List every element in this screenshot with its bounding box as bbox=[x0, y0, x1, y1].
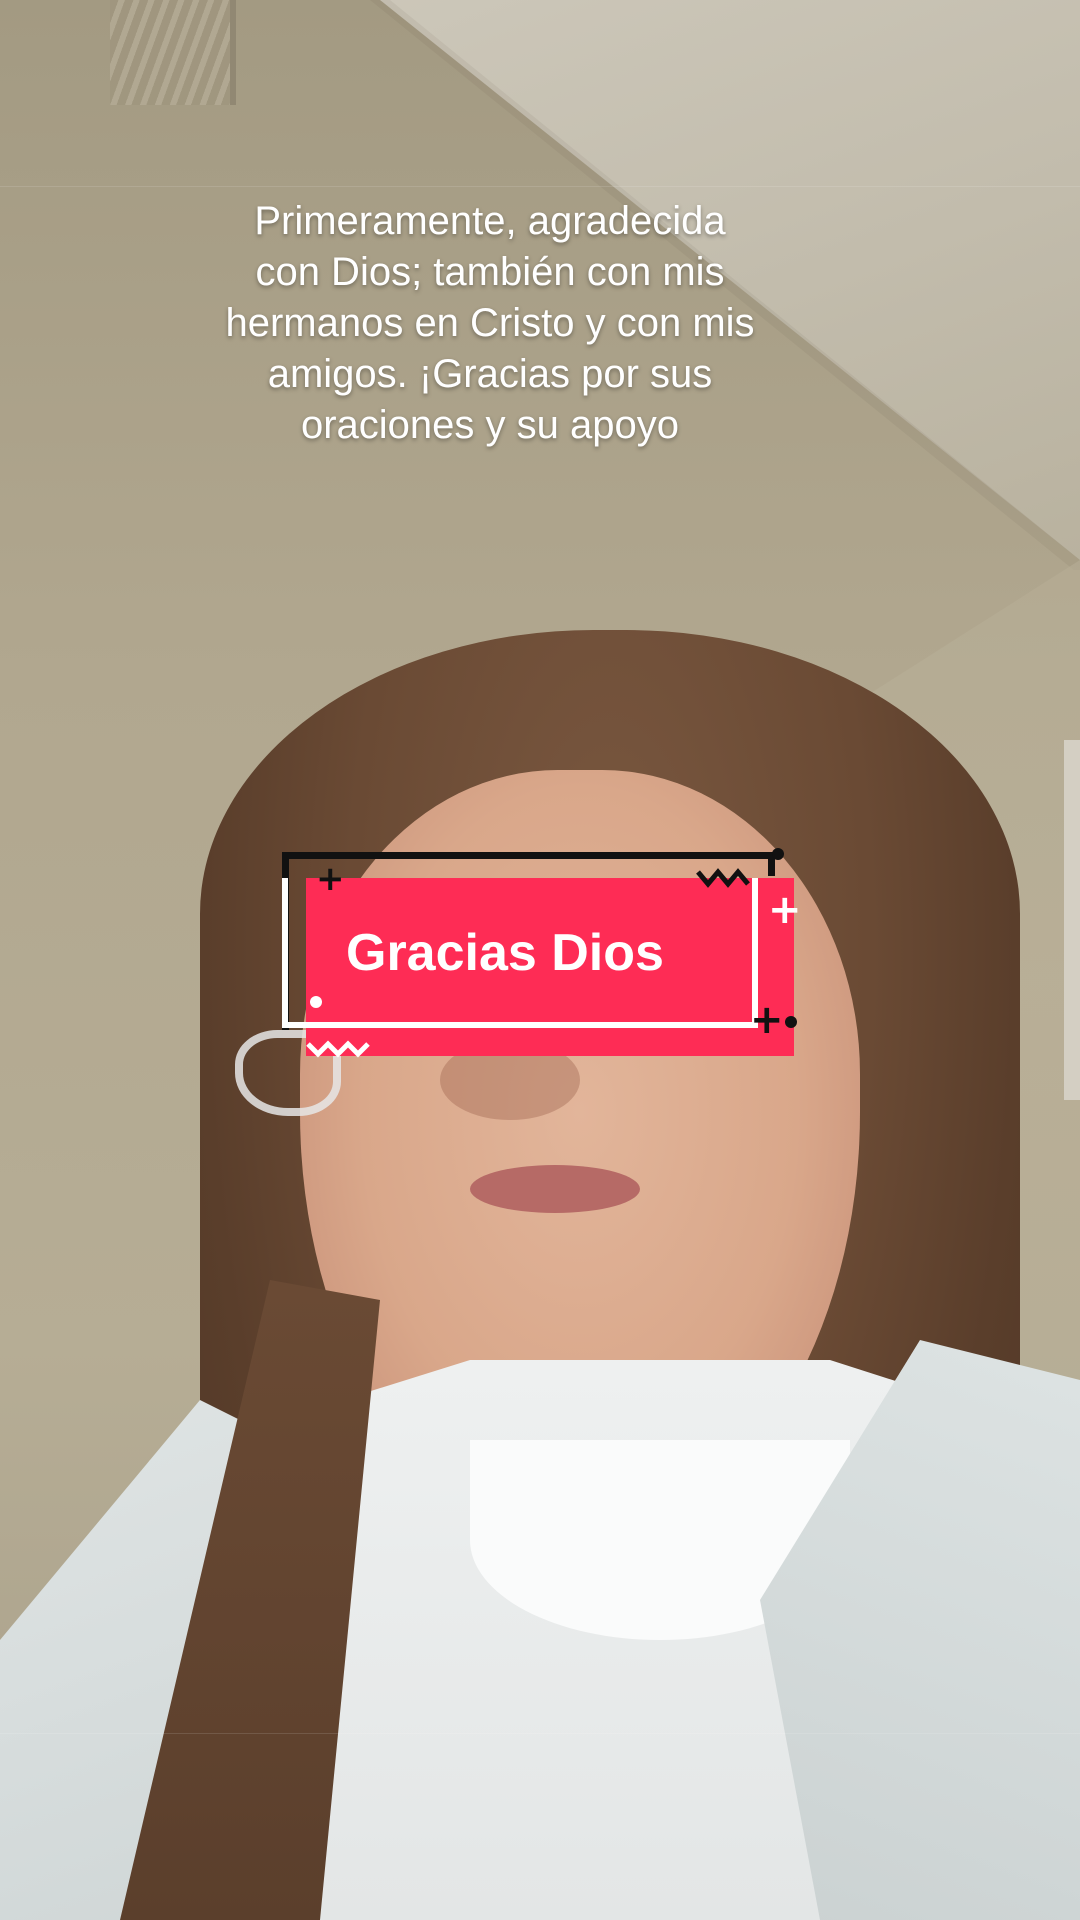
dot-icon bbox=[772, 848, 784, 860]
caption-line: amigos. ¡Gracias por sus bbox=[267, 352, 713, 396]
caption-line: oraciones y su apoyo bbox=[300, 403, 679, 447]
caption-line: hermanos en Cristo y con mis bbox=[225, 301, 755, 345]
plus-sparkle-icon: + bbox=[768, 887, 802, 933]
person-lips bbox=[470, 1165, 640, 1213]
video-frame[interactable]: Primeramente, agradecida con Dios; tambi… bbox=[0, 0, 1080, 1920]
zigzag-icon bbox=[696, 868, 750, 888]
zigzag-icon bbox=[306, 1040, 370, 1058]
gracias-dios-sticker[interactable]: + + + Gracias Dios bbox=[276, 848, 806, 1060]
plus-sparkle-icon: + bbox=[316, 859, 345, 899]
safe-area-guide-bottom bbox=[0, 1733, 1080, 1734]
caption-line: con Dios; también con mis bbox=[255, 250, 725, 294]
safe-area-guide-top bbox=[0, 186, 1080, 187]
dot-icon bbox=[310, 996, 322, 1008]
dot-icon bbox=[785, 1016, 797, 1028]
door-frame bbox=[1064, 740, 1080, 1100]
plus-sparkle-icon: + bbox=[750, 997, 784, 1043]
caption-text-overlay[interactable]: Primeramente, agradecida con Dios; tambi… bbox=[150, 196, 830, 451]
sticker-label: Gracias Dios bbox=[346, 924, 664, 982]
air-vent bbox=[110, 0, 236, 105]
caption-line: Primeramente, agradecida bbox=[254, 199, 726, 243]
